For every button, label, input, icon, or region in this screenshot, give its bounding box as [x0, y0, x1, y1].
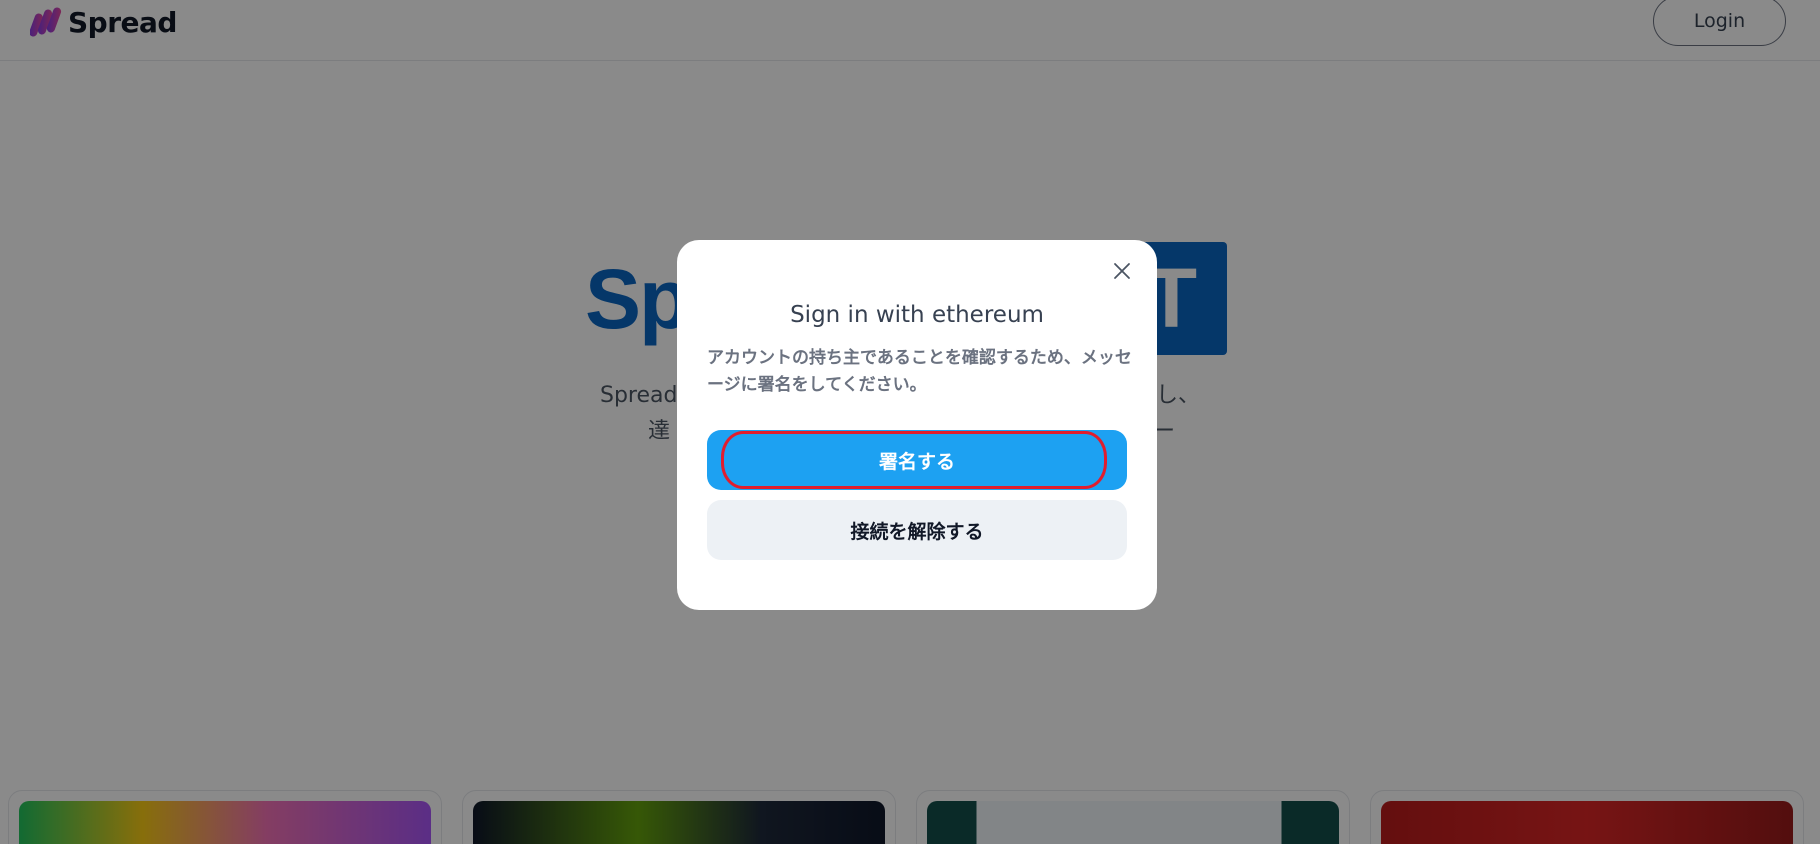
close-button[interactable] [1109, 258, 1135, 284]
sign-button[interactable]: 署名する [707, 430, 1127, 490]
sign-in-modal: Sign in with ethereum アカウントの持ち主であることを確認す… [677, 240, 1157, 610]
close-icon [1114, 263, 1130, 279]
modal-title: Sign in with ethereum [790, 302, 1044, 328]
modal-description: アカウントの持ち主であることを確認するため、メッセージに署名をしてください。 [707, 348, 1132, 395]
disconnect-button[interactable]: 接続を解除する [707, 500, 1127, 560]
page: Spread Login Sp T Spread し、 達 ー Sign in … [0, 0, 1820, 844]
